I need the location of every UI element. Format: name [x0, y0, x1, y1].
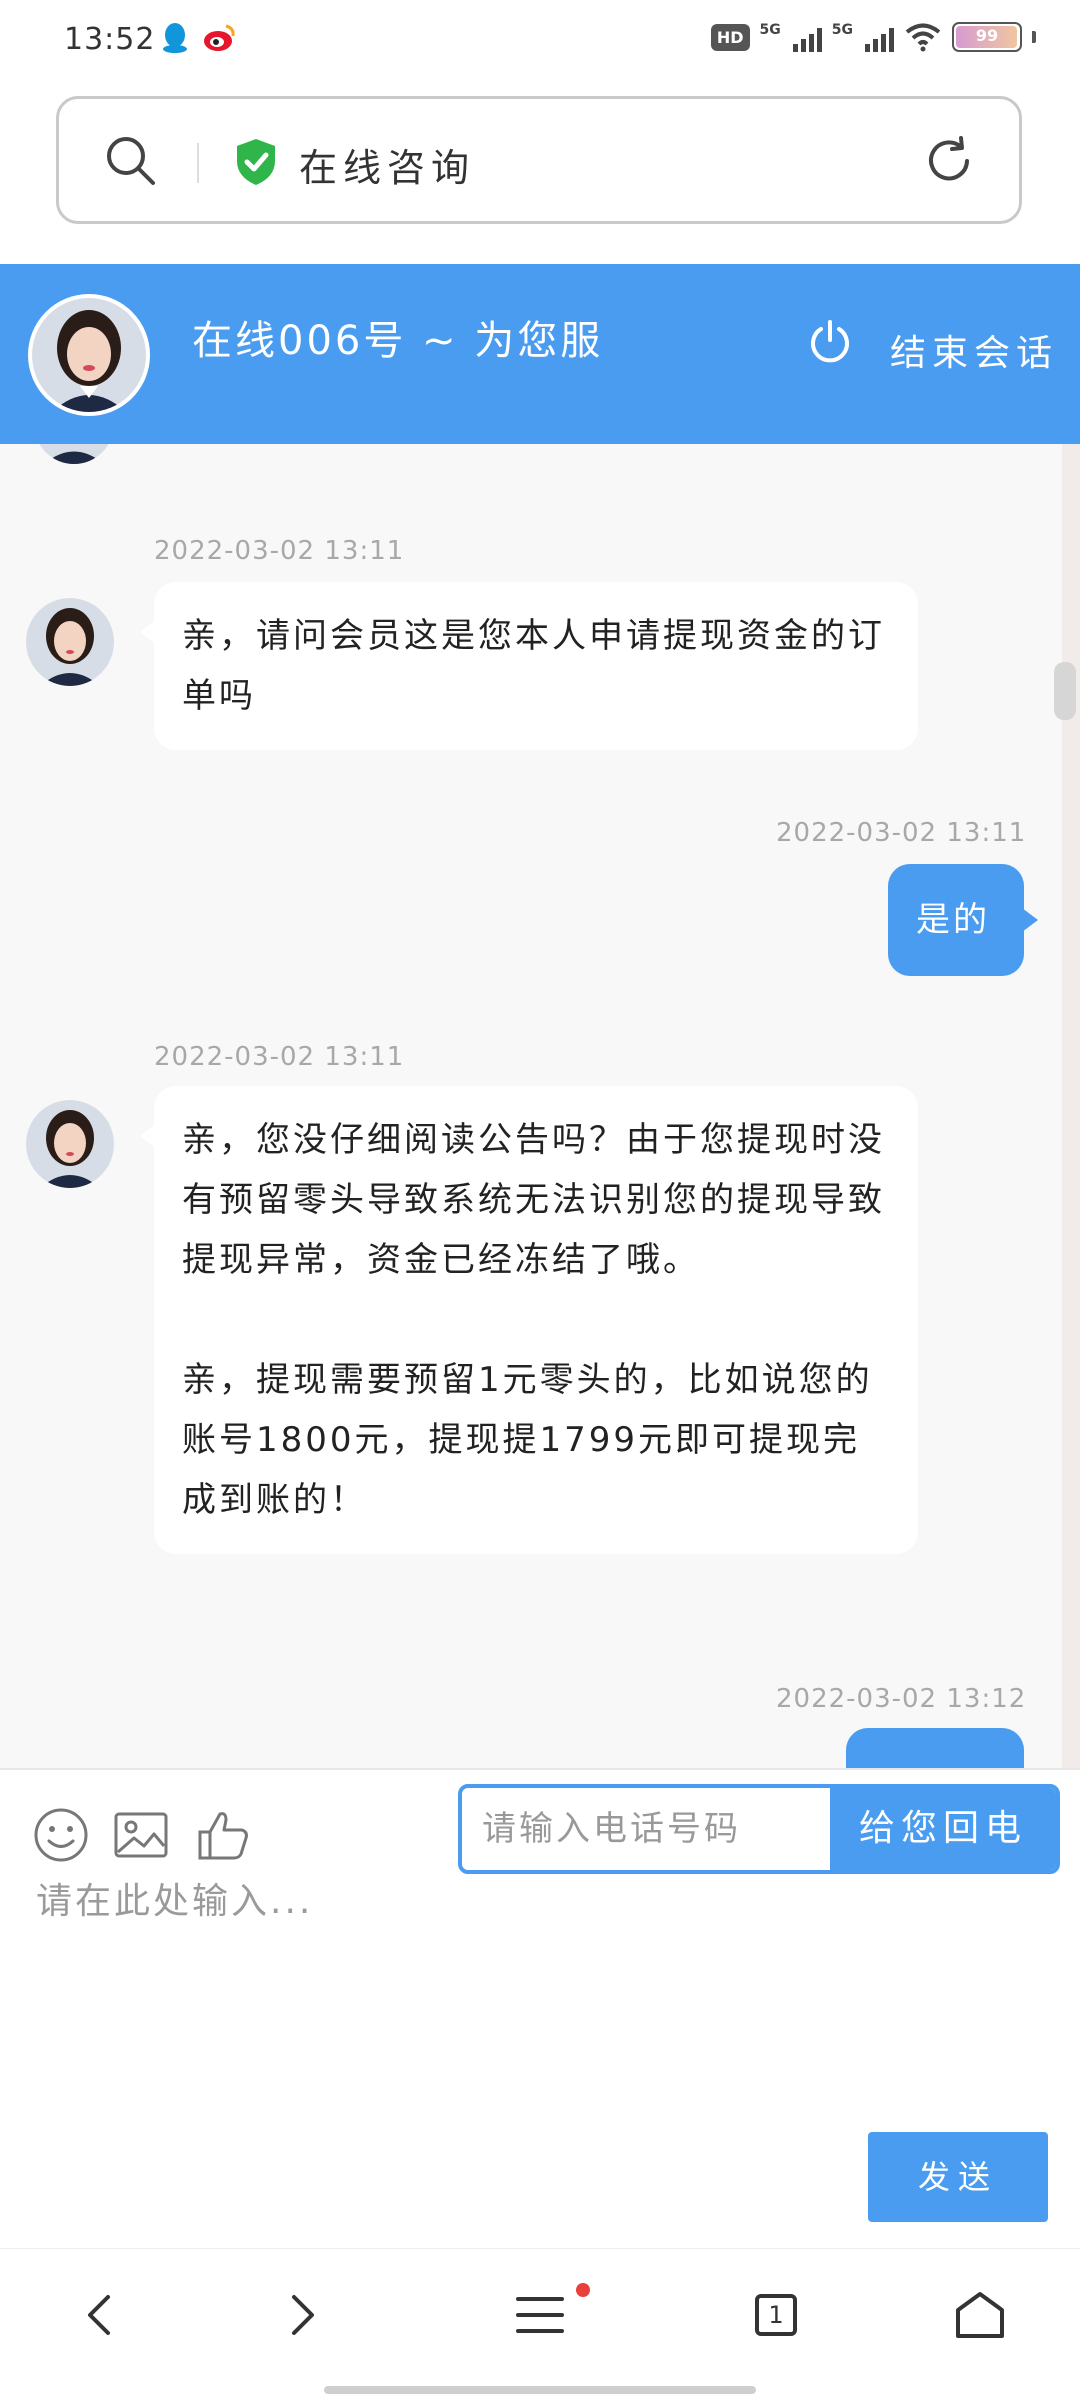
- menu-icon: [516, 2297, 564, 2333]
- message-timestamp: 2022-03-02 13:11: [154, 1042, 405, 1072]
- tabs-button[interactable]: 1: [736, 2275, 816, 2355]
- address-divider: [197, 143, 199, 183]
- status-left-icons: [160, 22, 236, 54]
- message-input[interactable]: [34, 1870, 1048, 2074]
- scrollbar-thumb[interactable]: [1054, 662, 1076, 720]
- thumbs-up-icon[interactable]: [194, 1806, 252, 1864]
- status-time: 13:52: [64, 22, 156, 57]
- tab-count: 1: [768, 2301, 784, 2329]
- qq-icon: [163, 23, 187, 53]
- power-icon[interactable]: [806, 318, 854, 366]
- user-message-bubble: 是的: [888, 864, 1038, 976]
- end-session-button[interactable]: 结束会话: [890, 324, 1058, 376]
- message-timestamp: 2022-03-02 13:11: [776, 818, 1027, 848]
- address-bar[interactable]: 在线咨询: [56, 96, 1022, 224]
- agent-avatar: [26, 598, 114, 686]
- scrollbar-track[interactable]: [1062, 444, 1080, 1768]
- reload-icon[interactable]: [923, 135, 975, 187]
- back-button[interactable]: [60, 2275, 140, 2355]
- agent-avatar: [26, 1100, 114, 1188]
- home-icon: [956, 2292, 1004, 2338]
- message-text: 是的: [916, 900, 990, 940]
- wifi-icon: [905, 23, 941, 52]
- home-button[interactable]: [940, 2275, 1020, 2355]
- chat-header: 在线006号 ~ 为您服 结束会话: [0, 264, 1080, 444]
- signal-icon: [792, 22, 822, 52]
- page-title: 在线咨询: [299, 146, 476, 190]
- message-timestamp: 2022-03-02 13:12: [776, 1684, 1027, 1714]
- message-timestamp: 2022-03-02 13:11: [154, 536, 405, 566]
- chat-area[interactable]: 2022-03-02 13:11 亲，请问会员这是您本人申请提现资金的订单吗 2…: [0, 444, 1080, 1768]
- agent-avatar: [28, 294, 150, 416]
- phone-number-input[interactable]: [462, 1788, 870, 1870]
- network-label-2: 5G: [831, 22, 853, 38]
- hd-badge: HD: [710, 23, 750, 51]
- message-text: 亲，请问会员这是您本人申请提现资金的订单吗: [182, 616, 885, 716]
- send-button[interactable]: 发送: [868, 2132, 1048, 2222]
- weibo-icon: [204, 24, 235, 51]
- message-paragraph: 亲，您没仔细阅读公告吗？由于您提现时没有预留零头导致系统无法识别您的提现导致提现…: [182, 1120, 885, 1280]
- image-icon[interactable]: [112, 1806, 170, 1864]
- agent-avatar-image: [32, 298, 146, 412]
- notification-dot: [576, 2283, 590, 2297]
- back-icon: [88, 2295, 110, 2335]
- browser-nav-bar: 1: [0, 2248, 1080, 2401]
- battery-cap: [1032, 31, 1036, 43]
- status-bar: 13:52 HD 5G 5G 99: [0, 0, 1080, 84]
- tabs-icon: 1: [755, 2294, 797, 2336]
- signal-icon-2: [865, 22, 894, 52]
- callback-form: 给您回电: [458, 1784, 1060, 1874]
- agent-message-bubble: 亲，您没仔细阅读公告吗？由于您提现时没有预留零头导致系统无法识别您的提现导致提现…: [140, 1086, 918, 1554]
- home-indicator[interactable]: [324, 2386, 756, 2394]
- user-message-bubble: [846, 1728, 1024, 1768]
- agent-title: 在线006号 ~ 为您服: [192, 318, 604, 364]
- emoji-icon[interactable]: [32, 1806, 90, 1864]
- agent-message-bubble: 亲，请问会员这是您本人申请提现资金的订单吗: [140, 582, 918, 750]
- search-icon[interactable]: [103, 133, 159, 189]
- input-area: 给您回电 发送: [0, 1768, 1080, 2248]
- network-label-1: 5G: [759, 22, 781, 38]
- forward-icon: [292, 2295, 314, 2335]
- battery-level: 99: [975, 26, 999, 45]
- shield-check-icon: [237, 139, 275, 185]
- battery-icon: 99: [952, 22, 1022, 52]
- callback-button[interactable]: 给您回电: [830, 1788, 1056, 1870]
- agent-avatar-partial: [34, 444, 114, 464]
- forward-button[interactable]: [262, 2275, 342, 2355]
- menu-button[interactable]: [500, 2275, 580, 2355]
- status-right-icons: HD 5G 5G 99: [710, 22, 1036, 52]
- message-paragraph: 亲，提现需要预留1元零头的，比如说您的账号1800元，提现提1799元即可提现完…: [182, 1360, 873, 1520]
